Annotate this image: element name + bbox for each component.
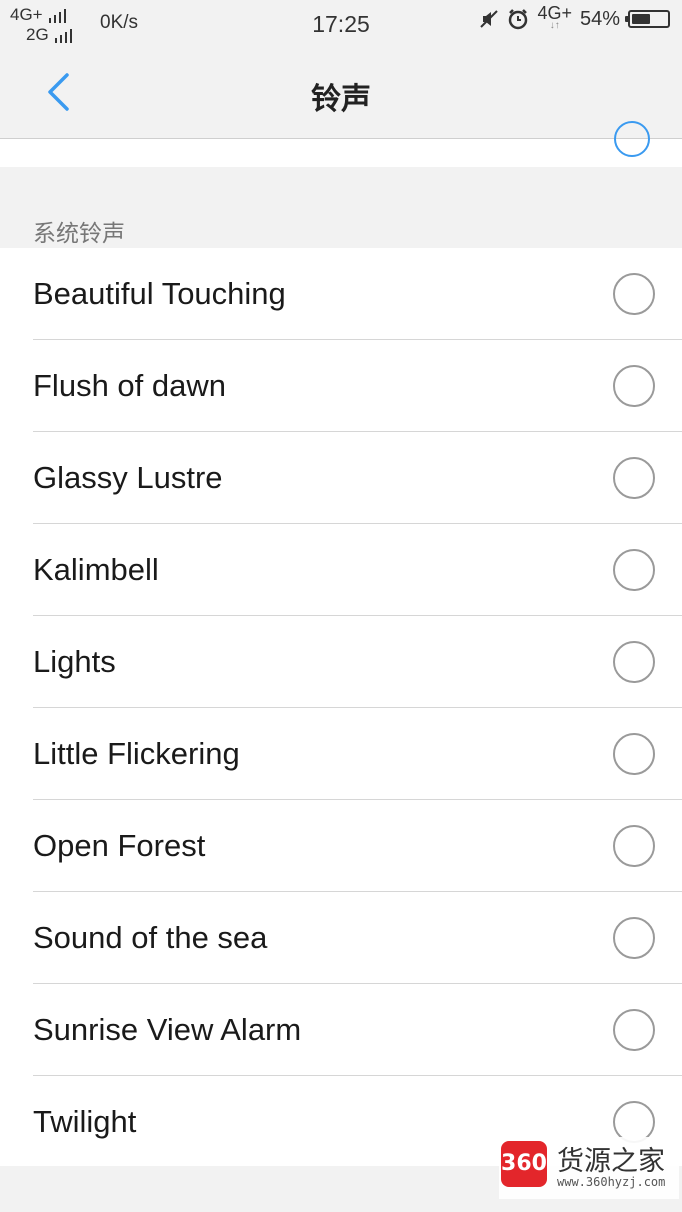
previous-list-item[interactable] <box>0 121 682 167</box>
ringtone-label: Little Flickering <box>33 736 240 771</box>
list-item[interactable]: Sunrise View Alarm <box>0 984 682 1076</box>
network-type-right: 4G+ ↓↑ <box>537 3 572 31</box>
radio-button[interactable] <box>613 825 655 867</box>
watermark-brand: 货源之家 <box>557 1146 665 1177</box>
radio-button[interactable] <box>613 365 655 407</box>
radio-button[interactable] <box>613 1009 655 1051</box>
radio-button[interactable] <box>613 457 655 499</box>
ringtone-label: Kalimbell <box>33 552 159 587</box>
page-title: 铃声 <box>311 83 371 116</box>
radio-button[interactable] <box>614 121 650 157</box>
mute-icon <box>480 10 499 28</box>
list-item[interactable]: Lights <box>0 616 682 708</box>
ringtone-label: Glassy Lustre <box>33 460 223 495</box>
radio-button[interactable] <box>613 641 655 683</box>
watermark: 360 货源之家 www.360hyzj.com <box>499 1137 679 1199</box>
list-item[interactable]: Flush of dawn <box>0 340 682 432</box>
ringtone-label: Sound of the sea <box>33 920 268 955</box>
ringtone-label: Flush of dawn <box>33 368 226 403</box>
list-item[interactable]: Beautiful Touching <box>0 248 682 340</box>
alarm-icon <box>509 9 528 30</box>
ringtone-label: Sunrise View Alarm <box>33 1012 302 1047</box>
ringtone-label: Twilight <box>33 1104 137 1139</box>
ringtone-label: Open Forest <box>33 828 206 863</box>
radio-button[interactable] <box>613 733 655 775</box>
status-bar: 4G+ 2G 0K/s 17:25 4G+ ↓↑ 54% <box>0 0 682 46</box>
radio-button[interactable] <box>613 917 655 959</box>
list-item[interactable]: Open Forest <box>0 800 682 892</box>
list-item[interactable]: Sound of the sea <box>0 892 682 984</box>
radio-button[interactable] <box>613 549 655 591</box>
watermark-logo: 360 <box>501 1141 547 1187</box>
battery-percent: 54% <box>579 7 620 30</box>
watermark-url: www.360hyzj.com <box>557 1175 666 1189</box>
list-item[interactable]: Glassy Lustre <box>0 432 682 524</box>
list-item[interactable]: Kalimbell <box>0 524 682 616</box>
ringtone-list: Beautiful Touching Flush of dawn Glassy … <box>0 248 682 1166</box>
radio-button[interactable] <box>613 273 655 315</box>
nav-header: 铃声 <box>0 46 682 139</box>
ringtone-label: Beautiful Touching <box>33 276 286 311</box>
ringtone-label: Lights <box>33 644 116 679</box>
section-header: 系统铃声 <box>33 220 125 246</box>
battery-icon <box>625 10 670 28</box>
list-item[interactable]: Little Flickering <box>0 708 682 800</box>
